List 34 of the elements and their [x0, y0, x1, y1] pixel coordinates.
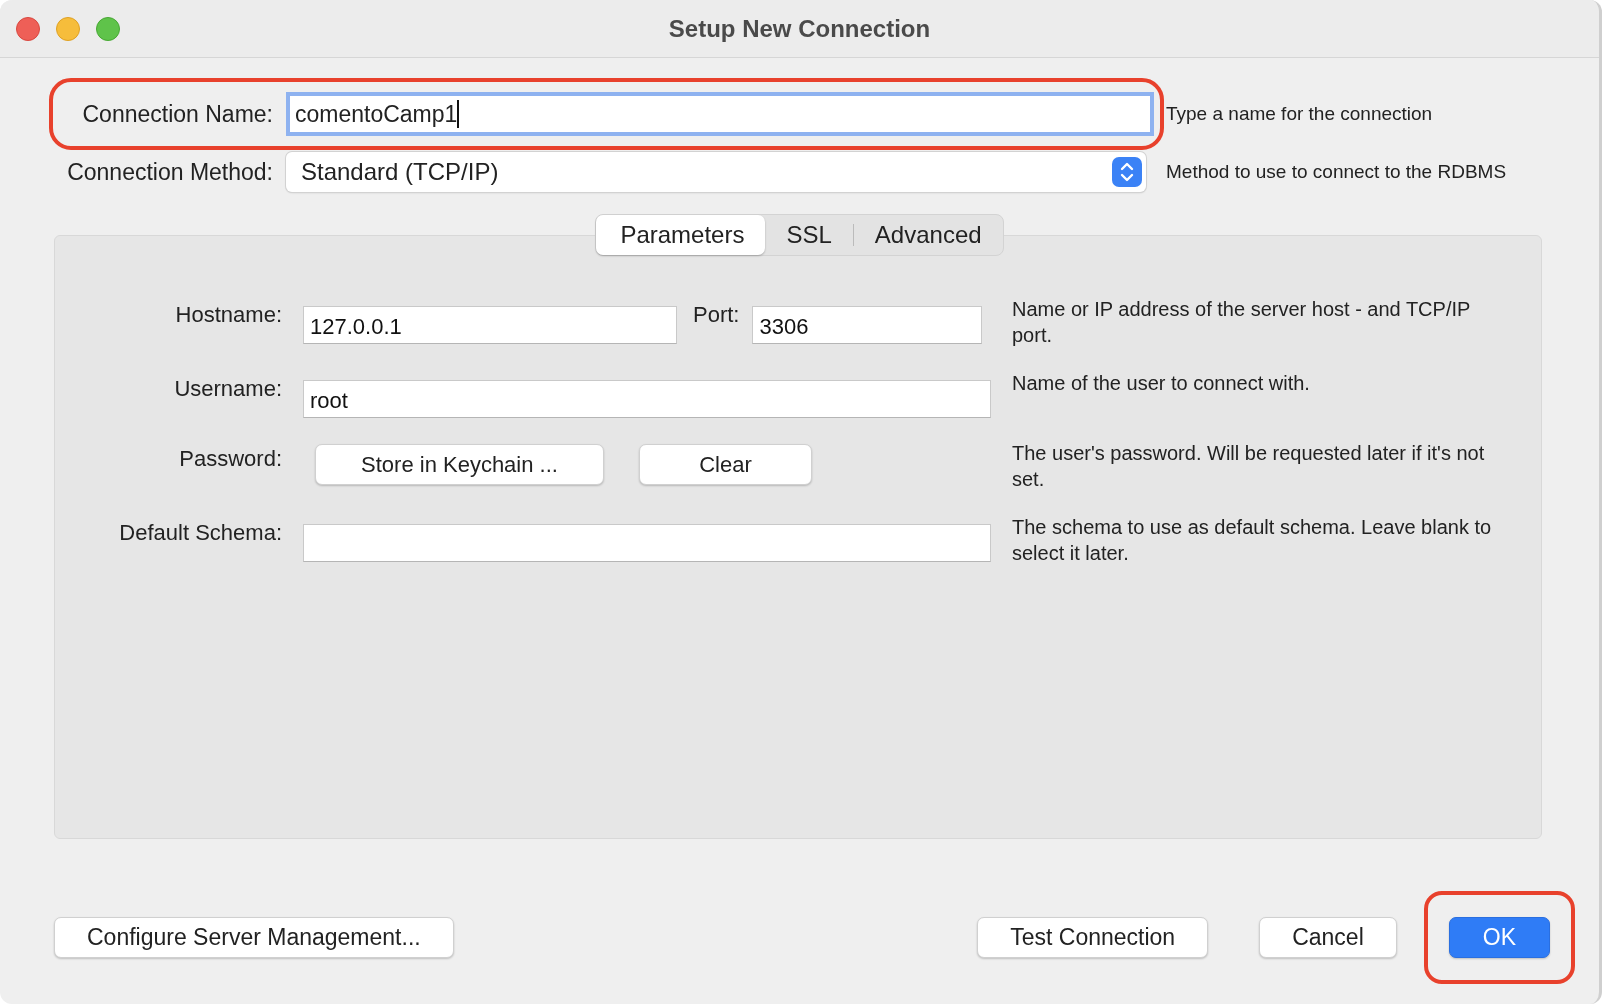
method-dropdown[interactable]: Standard (TCP/IP): [286, 152, 1146, 192]
input-field[interactable]: comentoCamp1: [286, 92, 1154, 136]
field-label: Port:: [693, 302, 740, 328]
hint-text: Type a name for the connection: [1166, 103, 1433, 125]
configure-button[interactable]: Configure Server Management...: [54, 917, 454, 958]
field-label: Default Schema:: [118, 520, 282, 546]
field-label: Password:: [178, 446, 282, 472]
close-icon[interactable]: [16, 17, 40, 41]
dialog-button[interactable]: Test Connection: [977, 917, 1209, 958]
field-label: Connection Name:: [81, 100, 273, 128]
help-text: Name or IP address of the server host - and TCP/IP port.: [1012, 297, 1471, 348]
help-text: The user's password. Will be requested later if it's not set.: [1012, 441, 1486, 492]
help-text: Name of the user to connect with.: [1012, 371, 1311, 396]
dialog-button[interactable]: OK: [1448, 917, 1550, 958]
tab[interactable]: SSL: [765, 215, 853, 255]
password-button[interactable]: Clear: [639, 444, 812, 485]
hint-text: Method to use to connect to the RDBMS: [1166, 161, 1507, 183]
tab[interactable]: Parameters: [596, 215, 766, 255]
field-label: Connection Method:: [66, 158, 273, 186]
zoom-icon[interactable]: [96, 17, 120, 41]
input-field[interactable]: 3306: [752, 306, 983, 344]
field-label: Hostname:: [174, 302, 282, 328]
field-label: Username:: [173, 376, 282, 402]
help-text: The schema to use as default schema. Leave blank to select it later.: [1012, 515, 1493, 566]
password-button[interactable]: Store in Keychain ...: [315, 444, 604, 485]
window-title: Setup New Connection: [668, 14, 931, 43]
input-field[interactable]: [303, 524, 991, 562]
input-field[interactable]: root: [303, 380, 991, 418]
dialog-button[interactable]: Cancel: [1259, 917, 1397, 958]
text-cursor: [457, 100, 460, 128]
stepper-icon: [1112, 157, 1142, 187]
tab[interactable]: Advanced: [853, 215, 1003, 255]
input-field[interactable]: 127.0.0.1: [303, 306, 677, 344]
minimize-icon[interactable]: [56, 17, 80, 41]
